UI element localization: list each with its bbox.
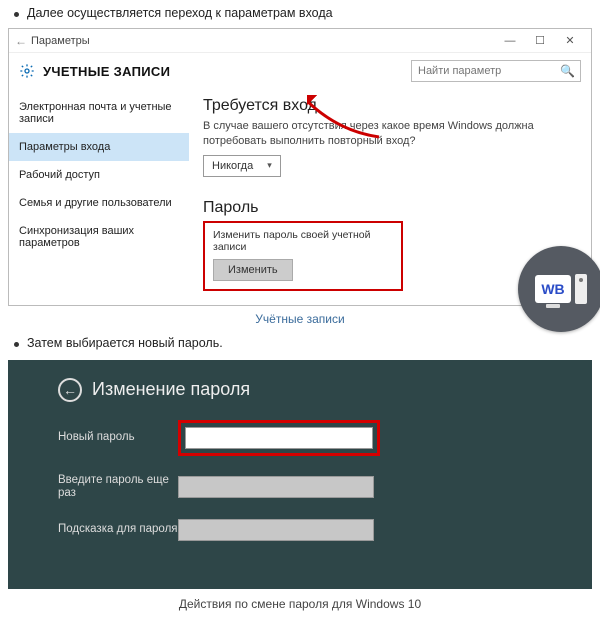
screenshot2-caption: Действия по смене пароля для Windows 10 [8, 597, 592, 611]
back-button[interactable]: ← [58, 378, 82, 402]
sidebar-item-work-access[interactable]: Рабочий доступ [9, 161, 189, 189]
sidebar: Электронная почта и учетные записи Парам… [9, 89, 189, 305]
new-password-input[interactable] [185, 427, 373, 449]
sidebar-item-email[interactable]: Электронная почта и учетные записи [9, 93, 189, 133]
password-change-block: Изменить пароль своей учетной записи Изм… [203, 221, 403, 291]
search-icon: 🔍 [560, 64, 575, 78]
gear-icon [19, 63, 35, 79]
bullet-item: Затем выбирается новый пароль. [14, 336, 592, 350]
titlebar: ← Параметры — ☐ ✕ [9, 29, 591, 53]
change-password-title: Изменение пароля [92, 379, 250, 400]
signin-required-title: Требуется вход [203, 97, 577, 115]
close-button[interactable]: ✕ [555, 30, 585, 52]
sidebar-item-signin-options[interactable]: Параметры входа [9, 133, 189, 161]
pc-tower-icon [575, 274, 587, 304]
bullet-dot [14, 12, 19, 17]
highlight-box [178, 420, 380, 456]
settings-header: УЧЕТНЫЕ ЗАПИСИ 🔍 [9, 53, 591, 89]
confirm-password-label: Введите пароль еще раз [58, 474, 178, 502]
watermark-badge: WB [518, 246, 600, 332]
confirm-password-input[interactable] [178, 476, 374, 498]
search-input[interactable] [418, 65, 560, 77]
change-password-button[interactable]: Изменить [213, 259, 293, 281]
window-title: Параметры [31, 35, 90, 47]
password-hint-input[interactable] [178, 519, 374, 541]
signin-timeout-select[interactable]: Никогда ▾ [203, 155, 281, 177]
bullet-text: Далее осуществляется переход к параметра… [27, 6, 333, 20]
wb-logo-text: WB [535, 275, 571, 303]
page-title: УЧЕТНЫЕ ЗАПИСИ [43, 64, 170, 79]
change-password-screen: ← Изменение пароля Новый пароль Введите … [8, 360, 592, 590]
settings-window: ← Параметры — ☐ ✕ УЧЕТНЫЕ ЗАПИСИ 🔍 Элект… [8, 28, 592, 306]
back-nav-icon[interactable]: ← [15, 34, 27, 48]
new-password-label: Новый пароль [58, 431, 178, 445]
password-section-title: Пароль [203, 199, 577, 217]
search-box[interactable]: 🔍 [411, 60, 581, 82]
chevron-down-icon: ▾ [267, 160, 272, 171]
password-hint-label: Подсказка для пароля [58, 523, 178, 537]
bullet-dot [14, 342, 19, 347]
bullet-text: Затем выбирается новый пароль. [27, 336, 223, 350]
signin-required-desc: В случае вашего отсутствия через какое в… [203, 119, 563, 149]
sidebar-item-sync[interactable]: Синхронизация ваших параметров [9, 217, 189, 257]
select-value: Никогда [212, 160, 253, 172]
maximize-button[interactable]: ☐ [525, 30, 555, 52]
sidebar-item-family[interactable]: Семья и другие пользователи [9, 189, 189, 217]
password-subtext: Изменить пароль своей учетной записи [213, 229, 393, 253]
screenshot1-caption: Учётные записи [8, 312, 592, 326]
bullet-item: Далее осуществляется переход к параметра… [14, 6, 592, 20]
minimize-button[interactable]: — [495, 30, 525, 52]
